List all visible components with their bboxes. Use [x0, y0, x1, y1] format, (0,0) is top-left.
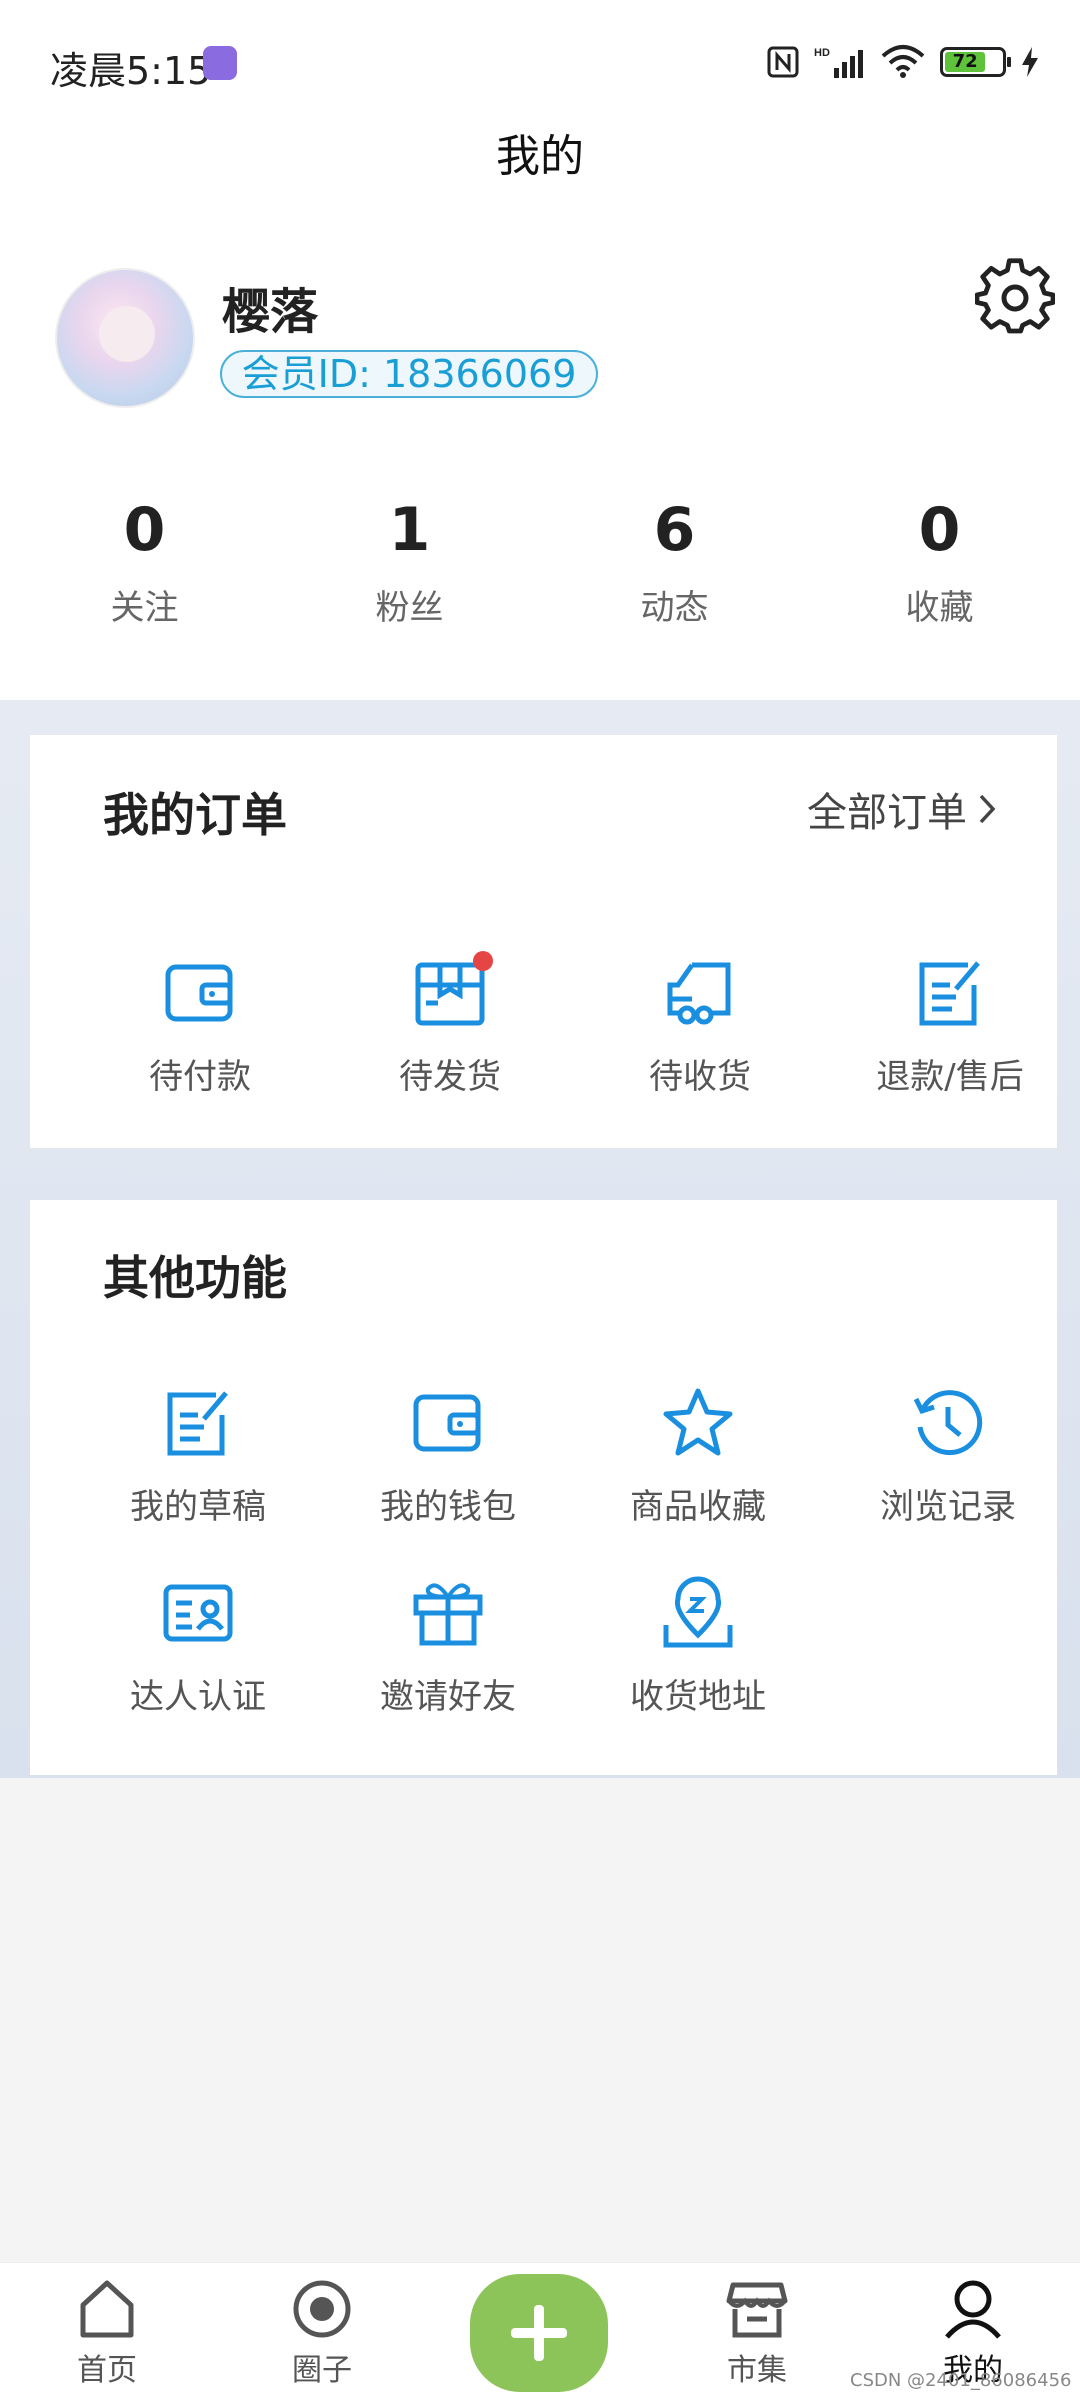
wallet-icon — [165, 964, 233, 1022]
stat-value: 6 — [653, 495, 696, 565]
orders-card: 我的订单 全部订单 待付款 待发货 待收货 退款/售后 — [30, 735, 1057, 1148]
id-card-icon — [163, 1584, 233, 1642]
avatar-face — [99, 306, 155, 362]
wifi-icon — [881, 45, 925, 78]
func-certification[interactable]: 达人认证 — [73, 1575, 323, 1718]
stat-value: 0 — [918, 495, 961, 565]
order-label: 待收货 — [649, 1057, 751, 1097]
nav-label: 首页 — [77, 2353, 137, 2388]
history-icon — [913, 1390, 983, 1456]
stat-fans[interactable]: 1 粉丝 — [277, 490, 542, 629]
func-favorites[interactable]: 商品收藏 — [573, 1385, 823, 1528]
circle-icon — [293, 2280, 351, 2338]
all-orders-link[interactable]: 全部订单 — [807, 780, 997, 838]
page-title: 我的 — [496, 131, 584, 182]
status-bar: 凌晨5:15 HD 72 — [0, 0, 1080, 130]
order-pending-receipt[interactable]: 待收货 — [575, 955, 825, 1098]
order-label: 待付款 — [149, 1057, 251, 1097]
func-history[interactable]: 浏览记录 — [823, 1385, 1073, 1528]
func-invite[interactable]: 邀请好友 — [323, 1575, 573, 1718]
svg-text:HD: HD — [814, 47, 830, 59]
store-icon — [726, 2282, 788, 2338]
nav-home[interactable]: 首页 — [47, 2277, 167, 2389]
truck-icon — [667, 962, 731, 1025]
home-icon — [80, 2280, 134, 2338]
func-label: 我的钱包 — [380, 1487, 516, 1527]
func-address[interactable]: 收货地址 — [573, 1575, 823, 1718]
battery-level: 72 — [945, 52, 986, 72]
nav-market[interactable]: 市集 — [697, 2277, 817, 2389]
other-title: 其他功能 — [103, 1251, 287, 1305]
stat-favorites[interactable]: 0 收藏 — [807, 490, 1072, 629]
func-label: 浏览记录 — [880, 1487, 1016, 1527]
stats-row: 0 关注 1 粉丝 6 动态 0 收藏 — [0, 490, 1080, 629]
func-label: 邀请好友 — [380, 1677, 516, 1717]
func-drafts[interactable]: 我的草稿 — [73, 1385, 323, 1528]
member-id-badge: 会员ID: 18366069 — [220, 350, 598, 398]
avatar[interactable] — [55, 268, 195, 408]
order-pending-shipment[interactable]: 待发货 — [325, 951, 575, 1098]
battery-icon: 72 — [940, 47, 1011, 77]
username: 樱落 — [222, 284, 319, 340]
gift-icon — [413, 1583, 483, 1646]
watermark: CSDN @2401_86086456 — [850, 2370, 1072, 2391]
chevron-right-icon — [979, 794, 996, 824]
nfc-icon — [767, 46, 799, 78]
stat-label: 关注 — [110, 588, 179, 628]
other-functions-card: 其他功能 我的草稿 我的钱包 商品收藏 浏览记录 达人认证 邀请好友 收货地址 — [30, 1200, 1057, 1775]
func-label: 收货地址 — [630, 1677, 766, 1717]
stat-value: 1 — [388, 495, 431, 565]
order-label: 退款/售后 — [876, 1057, 1024, 1097]
stat-following[interactable]: 0 关注 — [12, 490, 277, 629]
func-label: 商品收藏 — [630, 1487, 766, 1527]
location-icon — [663, 1576, 733, 1648]
status-icons: HD 72 — [766, 42, 1040, 82]
func-wallet[interactable]: 我的钱包 — [323, 1385, 573, 1528]
draft-icon — [167, 1391, 228, 1456]
stat-posts[interactable]: 6 动态 — [542, 490, 807, 629]
settings-gear-icon[interactable] — [975, 258, 1055, 338]
all-orders-label: 全部订单 — [807, 790, 967, 836]
stat-value: 0 — [123, 495, 166, 565]
charging-icon — [1022, 47, 1038, 77]
status-time: 凌晨5:15 — [50, 49, 212, 93]
user-icon — [945, 2280, 1001, 2339]
order-label: 待发货 — [399, 1057, 501, 1097]
stat-label: 粉丝 — [375, 588, 444, 628]
nav-label: 市集 — [727, 2353, 787, 2388]
app-notification-icon — [203, 46, 237, 80]
stat-label: 动态 — [640, 588, 709, 628]
edit-note-icon — [919, 961, 980, 1026]
nav-circle[interactable]: 圈子 — [262, 2277, 382, 2389]
func-label: 达人认证 — [130, 1677, 266, 1717]
func-label: 我的草稿 — [130, 1487, 266, 1527]
notification-dot — [473, 951, 493, 971]
add-post-button[interactable] — [470, 2274, 608, 2392]
signal-icon: HD — [814, 47, 863, 78]
nav-label: 圈子 — [292, 2353, 352, 2388]
orders-title: 我的订单 — [103, 788, 287, 842]
order-pending-payment[interactable]: 待付款 — [75, 955, 325, 1098]
star-icon — [663, 1388, 733, 1456]
wallet-icon — [413, 1394, 481, 1452]
order-refund[interactable]: 退款/售后 — [825, 955, 1075, 1098]
stat-label: 收藏 — [905, 588, 974, 628]
